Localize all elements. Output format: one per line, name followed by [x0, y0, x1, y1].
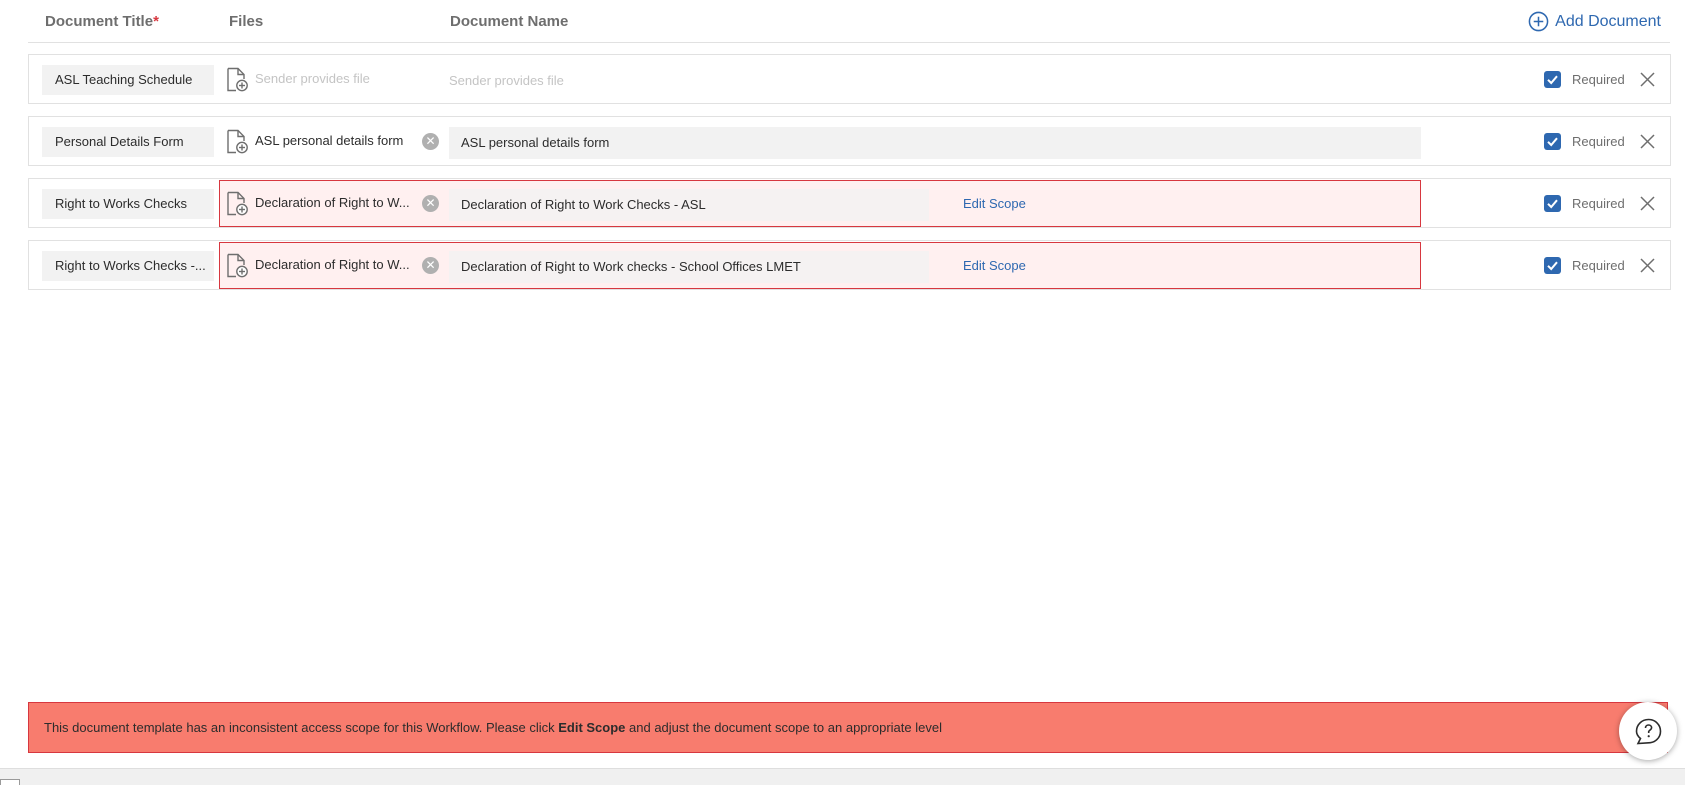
checkmark-icon — [1547, 137, 1558, 147]
bottom-corner-handle — [0, 779, 20, 785]
required-checkbox[interactable] — [1544, 71, 1561, 88]
required-label: Required — [1572, 196, 1625, 211]
column-header-files: Files — [229, 13, 264, 30]
required-checkbox[interactable] — [1544, 195, 1561, 212]
document-title-field[interactable]: ASL Teaching Schedule — [42, 65, 214, 95]
document-title-field[interactable]: Right to Works Checks -... — [42, 251, 214, 281]
document-name-input[interactable]: ASL personal details form — [449, 127, 1421, 159]
bottom-bar — [0, 768, 1685, 785]
document-name-input[interactable]: Declaration of Right to Work Checks - AS… — [449, 189, 929, 221]
document-title-field[interactable]: Personal Details Form — [42, 127, 214, 157]
file-add-icon[interactable] — [225, 129, 249, 154]
plus-circle-icon — [1528, 11, 1549, 32]
attached-file-name: Declaration of Right to W... — [255, 257, 410, 272]
clear-circle-icon: ✕ — [425, 258, 436, 272]
file-add-icon[interactable] — [225, 191, 249, 216]
clear-file-button[interactable]: ✕ — [422, 195, 439, 212]
add-document-button[interactable]: Add Document — [1528, 11, 1661, 32]
clear-circle-icon: ✕ — [425, 196, 436, 210]
header-divider — [28, 42, 1670, 43]
column-header-document-name: Document Name — [450, 13, 569, 30]
required-checkbox[interactable] — [1544, 257, 1561, 274]
document-title-field[interactable]: Right to Works Checks — [42, 189, 214, 219]
document-row: Right to Works Checks -... Declaration o… — [28, 240, 1671, 290]
remove-row-button[interactable] — [1639, 257, 1656, 274]
edit-scope-link[interactable]: Edit Scope — [963, 258, 1026, 273]
help-chat-icon — [1635, 718, 1662, 745]
document-row: Right to Works Checks Declaration of Rig… — [28, 178, 1671, 228]
required-label: Required — [1572, 72, 1625, 87]
document-row: ASL Teaching Schedule Sender provides fi… — [28, 54, 1671, 104]
remove-row-button[interactable] — [1639, 133, 1656, 150]
required-checkbox[interactable] — [1544, 133, 1561, 150]
clear-file-button[interactable]: ✕ — [422, 257, 439, 274]
clear-circle-icon: ✕ — [425, 134, 436, 148]
checkmark-icon — [1547, 75, 1558, 85]
add-document-label: Add Document — [1555, 12, 1661, 30]
help-button[interactable] — [1619, 702, 1677, 760]
file-add-icon[interactable] — [225, 253, 249, 278]
document-row: Personal Details Form ASL personal detai… — [28, 116, 1671, 166]
close-icon — [1640, 258, 1655, 273]
scope-error-banner: This document template has an inconsiste… — [28, 702, 1668, 753]
checkmark-icon — [1547, 261, 1558, 271]
table-header: Document Title* Files Document Name Add … — [0, 0, 1685, 44]
edit-scope-emphasis: Edit Scope — [558, 720, 626, 735]
close-icon — [1640, 196, 1655, 211]
clear-file-button[interactable]: ✕ — [422, 133, 439, 150]
close-icon — [1640, 72, 1655, 87]
attached-file-name: Declaration of Right to W... — [255, 195, 410, 210]
remove-row-button[interactable] — [1639, 195, 1656, 212]
document-name-input[interactable]: Declaration of Right to Work checks - Sc… — [449, 251, 929, 283]
attached-file-name: ASL personal details form — [255, 133, 404, 148]
document-name-placeholder: Sender provides file — [449, 73, 564, 88]
checkmark-icon — [1547, 199, 1558, 209]
remove-row-button[interactable] — [1639, 71, 1656, 88]
column-header-document-title: Document Title* — [45, 13, 159, 30]
close-icon — [1640, 134, 1655, 149]
required-label: Required — [1572, 258, 1625, 273]
file-add-icon[interactable] — [225, 67, 249, 92]
required-label: Required — [1572, 134, 1625, 149]
file-placeholder: Sender provides file — [255, 71, 370, 86]
required-asterisk: * — [153, 13, 159, 30]
edit-scope-link[interactable]: Edit Scope — [963, 196, 1026, 211]
